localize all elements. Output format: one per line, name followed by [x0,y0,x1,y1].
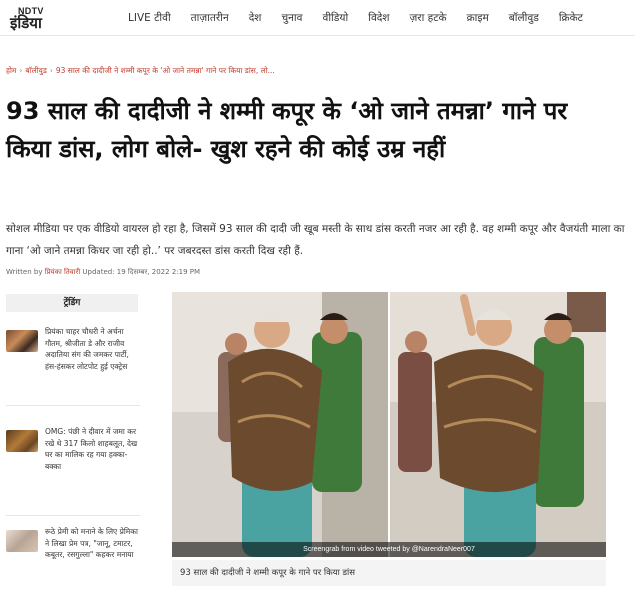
article-byline: Written by प्रियंका तिवारी Updated: 19 द… [6,268,200,277]
image-credit: Screengrab from video tweeted by @Narend… [172,542,606,557]
nav-video[interactable]: वीडियो [323,11,349,25]
byline-prefix: Written by [6,268,43,276]
nav-latest[interactable]: ताज़ातरीन [191,11,229,25]
article-headline: 93 साल की दादीजी ने शम्मी कपूर के ‘ओ जान… [6,97,568,163]
trending-item-text[interactable]: रूठे प्रेमी को मनाने के लिए प्रेमिका ने … [45,526,141,561]
author-link[interactable]: प्रियंका तिवारी [45,268,80,276]
article-hero-image[interactable] [172,292,606,557]
nav-bollywood[interactable]: बॉलीवुड [509,11,539,25]
top-navigation-bar: NDTV इंडिया LIVE टीवी ताज़ातरीन देश चुना… [0,0,635,36]
updated-timestamp: Updated: 19 दिसम्बर, 2022 2:19 PM [82,268,201,276]
trending-item[interactable]: प्रियंका चाहर चौधरी ने अर्चना गौतम, श्री… [6,326,140,406]
trending-thumbnail[interactable] [6,430,38,452]
nav-world[interactable]: विदेश [368,11,389,25]
trending-thumbnail[interactable] [6,530,38,552]
logo-underbar [0,36,102,54]
main-nav: LIVE टीवी ताज़ातरीन देश चुनाव वीडियो विद… [128,0,603,36]
breadcrumb: होम › बॉलीवुड › 93 साल की दादीजी ने शम्मी कप… [6,66,275,76]
breadcrumb-home[interactable]: होम [6,66,16,75]
breadcrumb-bollywood[interactable]: बॉलीवुड [25,66,46,75]
trending-item[interactable]: OMG: पंछी ने दीवार में जमा कर रखे थे 317… [6,426,140,516]
trending-item-text[interactable]: प्रियंका चाहर चौधरी ने अर्चना गौतम, श्री… [45,326,141,372]
ndtv-india-logo[interactable]: NDTV इंडिया [10,6,66,32]
trending-heading: ट्रेंडिंग [6,294,138,312]
nav-crime[interactable]: क्राइम [467,11,489,25]
trending-thumbnail[interactable] [6,330,38,352]
nav-elections[interactable]: चुनाव [281,11,302,25]
nav-india[interactable]: देश [249,11,262,25]
article-summary: सोशल मीडिया पर एक वीडियो वायरल हो रहा है… [6,223,625,257]
nav-cricket[interactable]: क्रिकेट [559,11,583,25]
nav-offbeat[interactable]: ज़रा हटके [410,11,447,25]
trending-item[interactable]: रूठे प्रेमी को मनाने के लिए प्रेमिका ने … [6,526,140,586]
image-caption: 93 साल की दादीजी ने शम्मी कपूर के गाने प… [172,560,606,586]
logo-bottom-text: इंडिया [10,14,42,32]
breadcrumb-current: 93 साल की दादीजी ने शम्मी कपूर के 'ओ जान… [55,66,275,75]
breadcrumb-separator: › [19,66,23,75]
trending-item-text[interactable]: OMG: पंछी ने दीवार में जमा कर रखे थे 317… [45,426,141,472]
breadcrumb-separator: › [49,66,53,75]
nav-live-tv[interactable]: LIVE टीवी [128,11,171,25]
hero-image-illustration [172,292,606,557]
